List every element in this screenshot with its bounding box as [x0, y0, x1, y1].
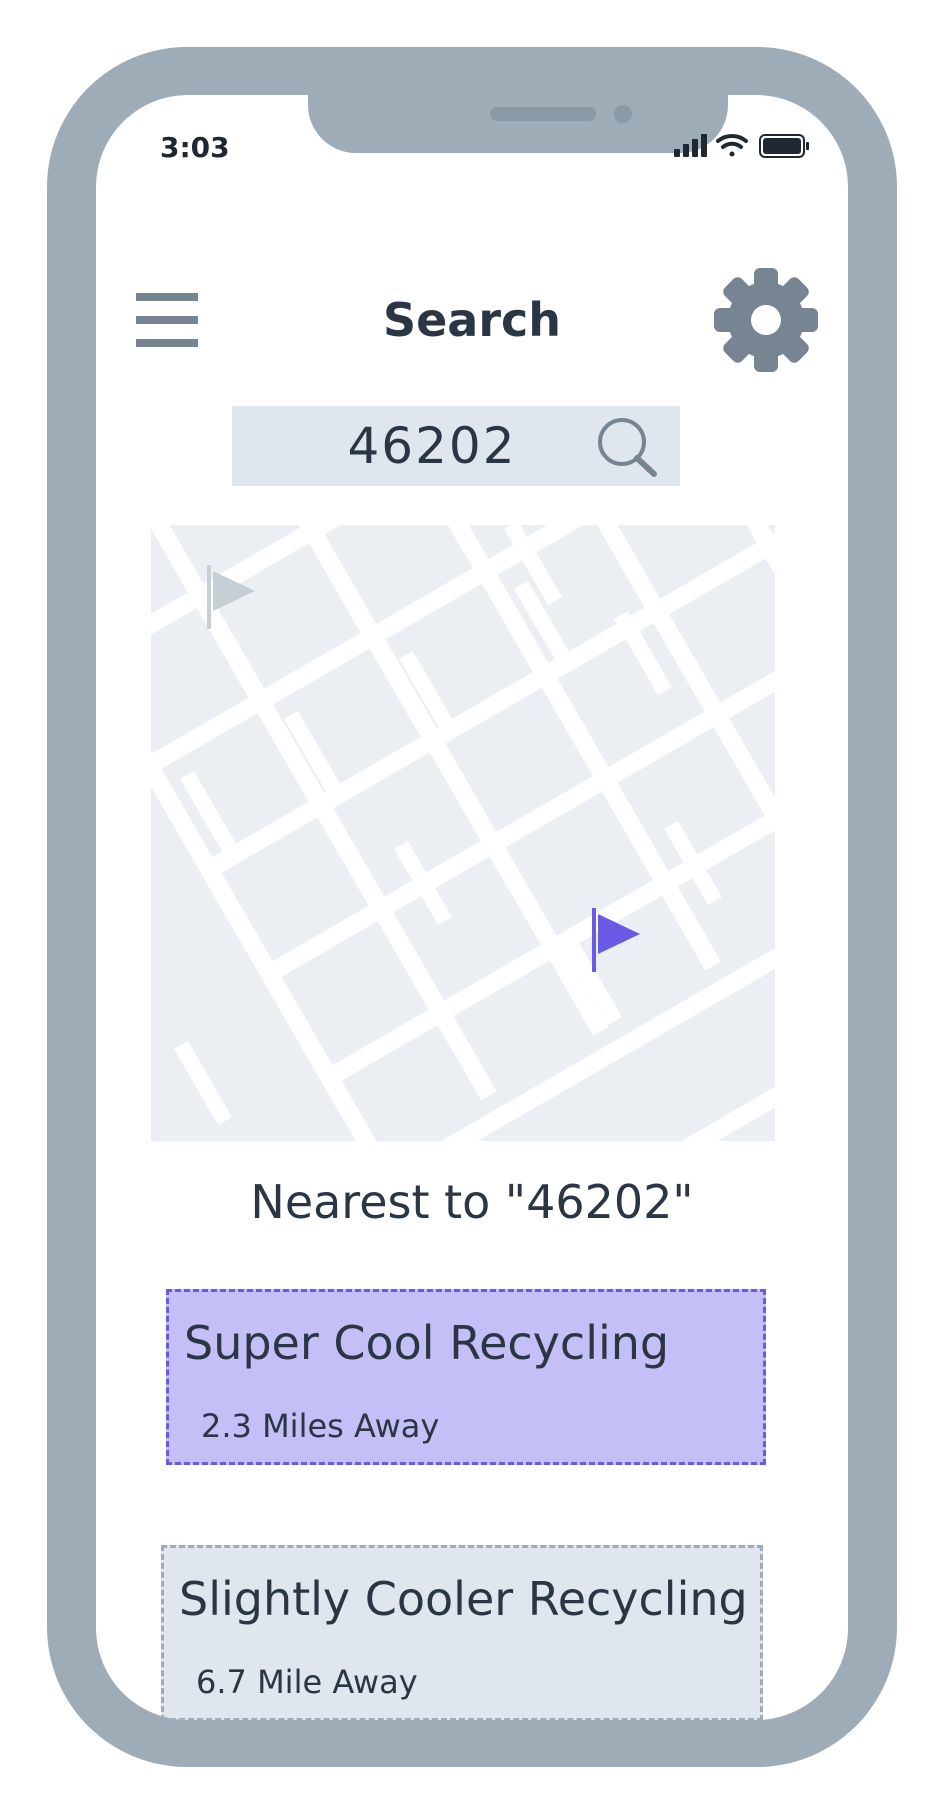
notch — [308, 95, 728, 153]
wifi-icon — [716, 133, 748, 157]
status-icons — [674, 133, 809, 158]
result-card[interactable]: Slightly Cooler Recycling 6.7 Mile Away — [161, 1545, 763, 1720]
front-camera — [614, 105, 632, 123]
battery-icon — [759, 134, 809, 158]
map-marker-icon[interactable] — [207, 565, 257, 631]
speaker — [490, 107, 596, 121]
map[interactable] — [151, 525, 775, 1141]
gear-icon[interactable] — [714, 268, 818, 372]
result-name: Slightly Cooler Recycling — [179, 1572, 748, 1626]
result-distance: 6.7 Mile Away — [196, 1663, 418, 1701]
search-icon[interactable] — [592, 412, 662, 482]
search-box[interactable]: 46202 — [232, 406, 680, 486]
results-heading: Nearest to "46202" — [250, 1175, 694, 1229]
search-input[interactable]: 46202 — [232, 406, 632, 486]
phone-frame: 3:03 Search 46202 Nearest to "46202" Sup… — [47, 47, 897, 1767]
result-card[interactable]: Super Cool Recycling 2.3 Miles Away — [166, 1289, 766, 1465]
result-distance: 2.3 Miles Away — [201, 1407, 440, 1445]
result-name: Super Cool Recycling — [184, 1316, 670, 1370]
signal-icon — [674, 134, 707, 157]
map-marker-icon[interactable] — [592, 908, 642, 974]
phone-screen: 3:03 Search 46202 Nearest to "46202" Sup… — [96, 95, 848, 1720]
status-time: 3:03 — [160, 131, 230, 164]
